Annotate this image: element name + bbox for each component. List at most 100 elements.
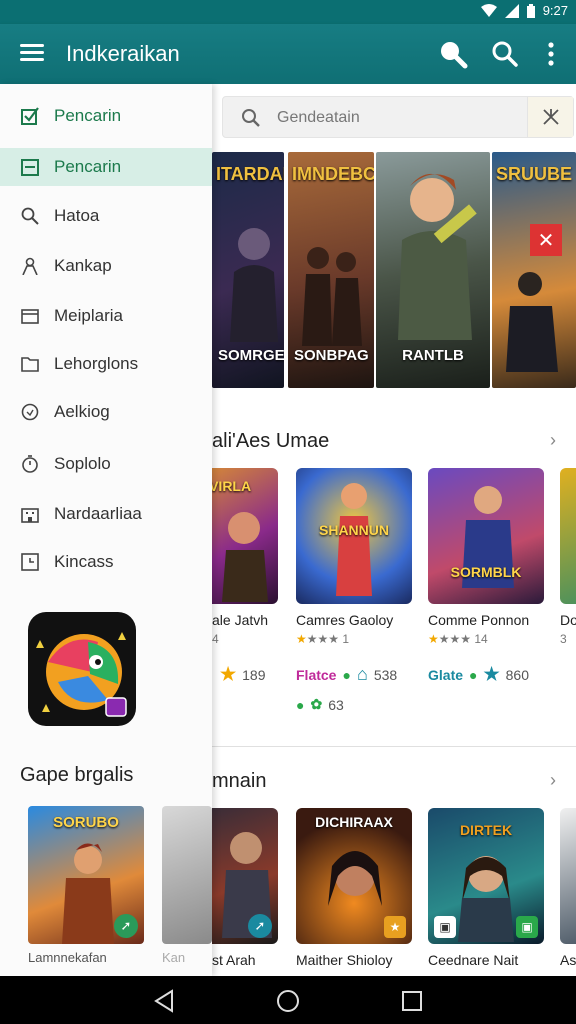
game-art <box>560 808 576 944</box>
status-bar: 9:27 <box>0 0 576 24</box>
back-icon[interactable] <box>152 989 176 1013</box>
game-rating: 4 <box>212 632 219 646</box>
close-icon[interactable]: ✕ <box>530 224 562 256</box>
menu-icon[interactable] <box>20 40 50 68</box>
person-icon <box>20 256 40 276</box>
game-art: ANVIRLA <box>212 468 278 604</box>
tag-row: ★ 189 <box>220 664 266 685</box>
game-card[interactable]: SORMBLK Comme Ponnon ★★★★ 14 <box>428 468 544 646</box>
game-name: Maither Shioloy <box>296 952 393 968</box>
banner-3[interactable]: SRUUBE <box>492 152 576 388</box>
status-time: 9:27 <box>542 3 568 18</box>
drawer-item[interactable]: Nardaarliaa <box>0 494 212 534</box>
play-icon: ● <box>469 666 478 683</box>
game-name: st Arah <box>212 952 256 968</box>
game-art: DIRTEK ▣ ▣ <box>428 808 544 944</box>
game-name: ale Jatvh <box>212 612 269 628</box>
badge-icon: ▣ <box>434 916 456 938</box>
game-rating: ★★★★ 1 <box>296 632 350 646</box>
app-logo[interactable] <box>28 612 136 726</box>
game-art: SHANNUN <box>296 468 412 604</box>
tag-label: Glate <box>428 666 464 683</box>
tag-label: 63 <box>328 696 344 713</box>
drawer-item-label: Meiplaria <box>54 306 123 325</box>
section-arrow-icon[interactable]: › <box>550 770 556 791</box>
drawer-item[interactable]: Kankap <box>0 246 212 286</box>
art-text: ANVIRLA <box>212 478 252 494</box>
drawer-item-label: Nardaarliaa <box>54 504 142 523</box>
install-icon[interactable]: ➚ <box>114 914 138 938</box>
banner-caption: SOMRGES <box>218 347 284 364</box>
drawer-item[interactable]: Hatoa <box>0 196 212 236</box>
banner-1[interactable]: IMNDEBC SONBPAG <box>288 152 374 388</box>
recents-icon[interactable] <box>400 989 424 1013</box>
drawer-item[interactable]: Kincass <box>0 542 212 582</box>
game-name: Lamnnekafan <box>28 950 107 965</box>
drawer-item-label: Aelkiog <box>54 402 110 421</box>
game-card[interactable]: DIRTEK ▣ ▣ Ceednare Nait <box>428 808 544 968</box>
drawer-item[interactable]: Pencarin <box>0 148 212 186</box>
drawer-item-label: Pencarin <box>54 106 122 125</box>
more-options-icon[interactable] <box>534 38 568 70</box>
section-title: mnain <box>212 770 267 792</box>
game-card[interactable]: Do 3 <box>560 468 576 646</box>
art-text: SORUBO <box>53 814 119 831</box>
divider <box>212 746 576 747</box>
game-card[interactable]: SHANNUN Camres Gaoloy ★★★★ 1 <box>296 468 412 646</box>
game-art: DICHIRAAX ★ <box>296 808 412 944</box>
search-bar[interactable]: Gendeatain <box>222 96 574 138</box>
tray-icon <box>20 306 40 326</box>
featured-carousel[interactable]: ITARDAN SOMRGES IMNDEBC SONBPAG RANTLB S… <box>212 152 576 388</box>
banner-caption: SONBPAG <box>294 347 369 364</box>
folder-icon <box>20 354 40 374</box>
tag-label: Flatce <box>296 666 337 683</box>
check-icon <box>20 106 40 126</box>
drawer-item[interactable]: Lehorglons <box>0 344 212 384</box>
banner-2[interactable]: RANTLB <box>376 152 490 388</box>
game-name: Camres Gaoloy <box>296 612 394 628</box>
system-navigation-bar <box>0 976 576 1024</box>
drawer-game-card[interactable]: SORUBO ➚ Lamnnekafan <box>28 806 144 965</box>
battery-icon <box>526 3 535 18</box>
banner-title: ITARDAN <box>216 164 284 184</box>
game-art: SORMBLK <box>428 468 544 604</box>
banner-0[interactable]: ITARDAN SOMRGES <box>212 152 284 388</box>
tag-row[interactable]: Glate ● ★ 860 <box>428 664 529 685</box>
tag-row: ● ✿ 63 <box>296 696 344 713</box>
home-icon[interactable] <box>276 989 300 1013</box>
art-text: SORMBLK <box>450 564 522 580</box>
play-icon: ● <box>342 666 351 683</box>
app-bar: Indkeraikan <box>0 24 576 84</box>
drawer-item-label: Lehorglons <box>54 354 139 373</box>
drawer-item[interactable]: Meiplaria <box>0 296 212 336</box>
search-icon[interactable] <box>436 38 470 70</box>
drawer-item[interactable]: Pencarin <box>0 96 212 136</box>
leaf-icon: ● <box>296 696 305 713</box>
clear-icon[interactable] <box>527 97 573 137</box>
install-icon[interactable]: ➚ <box>248 914 272 938</box>
drawer-item-label: Hatoa <box>54 206 100 225</box>
drawer-item-label: Pencarin <box>54 157 122 176</box>
search-outline-icon[interactable] <box>488 38 522 70</box>
game-art <box>560 468 576 604</box>
game-art <box>162 806 212 944</box>
game-card[interactable]: ANVIRLA ale Jatvh 4 <box>212 468 278 646</box>
game-card[interactable]: DICHIRAAX ★ Maither Shioloy <box>296 808 412 968</box>
game-card[interactable]: ➚ st Arah <box>212 808 278 968</box>
art-text: SHANNUN <box>319 522 389 538</box>
game-name: Ceednare Nait <box>428 952 519 968</box>
section-arrow-icon[interactable]: › <box>550 430 556 451</box>
calendar-icon <box>20 157 40 177</box>
banner-title: SRUUBE <box>496 164 573 184</box>
timer-icon <box>20 454 40 474</box>
drawer-item[interactable]: Aelkiog <box>0 392 212 432</box>
tag-row[interactable]: Flatce ● ⌂ 538 <box>296 664 397 685</box>
drawer-item[interactable]: Soplolo <box>0 444 212 484</box>
search-input[interactable]: Gendeatain <box>277 109 360 127</box>
search-icon <box>20 206 40 226</box>
signal-icon <box>504 3 519 18</box>
star-icon: ★ <box>483 664 500 684</box>
game-card[interactable]: As <box>560 808 576 968</box>
drawer-game-card[interactable]: Kan <box>162 806 212 965</box>
banner-caption: RANTLB <box>402 347 464 364</box>
